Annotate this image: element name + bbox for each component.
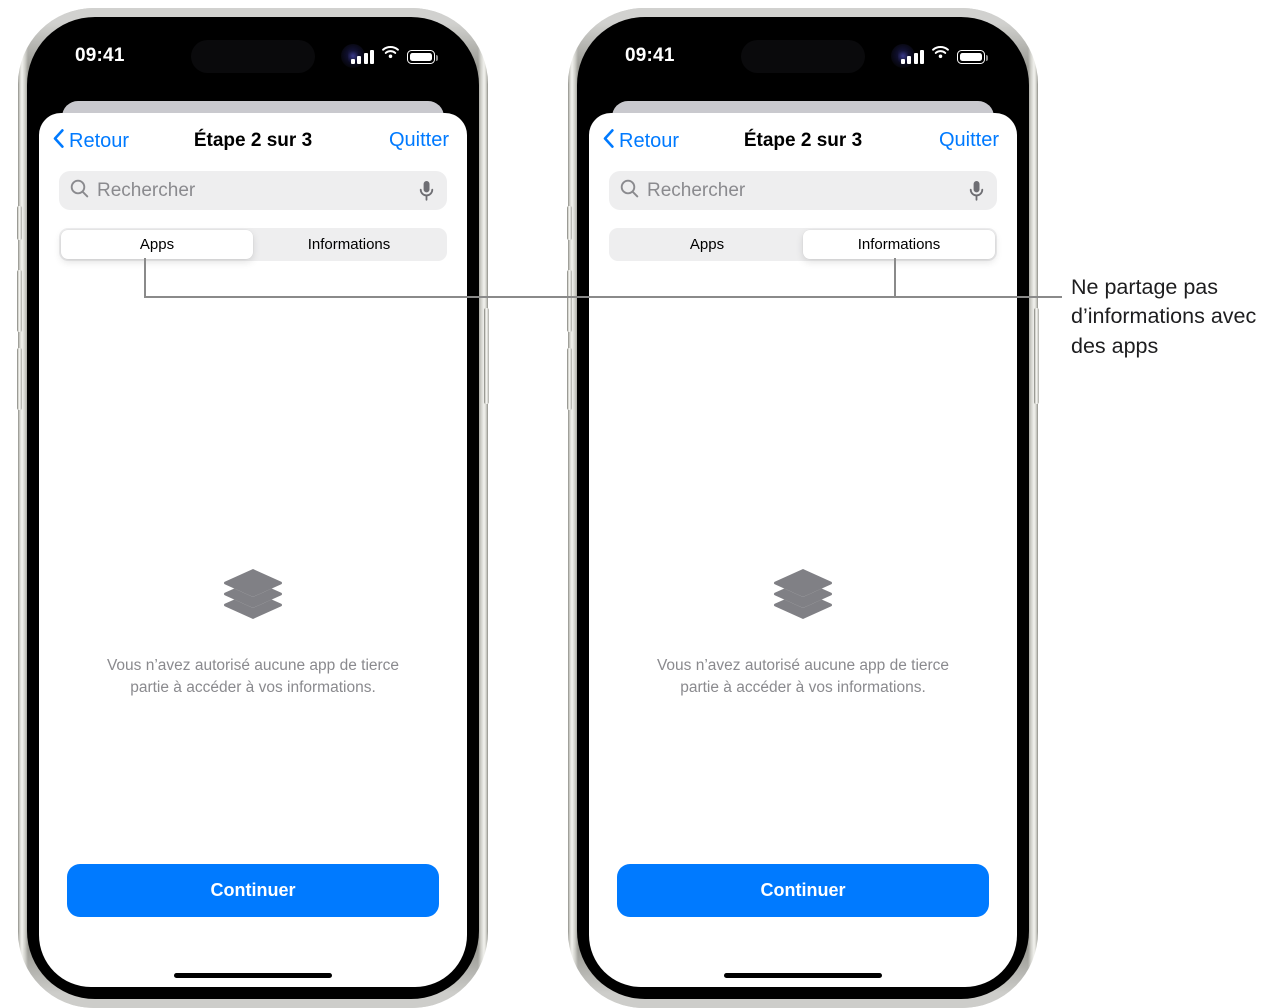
wifi-icon: [381, 45, 400, 64]
stack-layers-icon: [772, 569, 834, 628]
stack-layers-icon: [222, 569, 284, 628]
status-time: 09:41: [75, 45, 125, 66]
volume-up-button[interactable]: [17, 270, 22, 332]
status-indicators: [900, 45, 989, 64]
battery-icon: [407, 50, 439, 64]
empty-state-message: Vous n’avez autorisé aucune app de tierc…: [656, 657, 950, 696]
leader-line-horizontal: [144, 296, 1062, 298]
side-power-button[interactable]: [484, 308, 489, 404]
volume-down-button[interactable]: [567, 348, 572, 410]
continue-button[interactable]: Continuer: [617, 864, 989, 917]
phone-mockup-right: 09:41 Retour Étape 2 sur 3 Quitter Reche…: [567, 8, 1039, 1008]
navigation-bar: Retour Étape 2 sur 3 Quitter: [589, 113, 1017, 171]
search-icon: [59, 179, 89, 203]
segment-informations[interactable]: Informations: [803, 230, 995, 259]
empty-state: Vous n’avez autorisé aucune app de tierc…: [39, 568, 467, 699]
callout-label: Ne partage pas d’informations avec des a…: [1071, 275, 1257, 358]
empty-state-message: Vous n’avez autorisé aucune app de tierc…: [106, 657, 400, 696]
segment-apps[interactable]: Apps: [61, 230, 253, 259]
action-button[interactable]: [17, 206, 22, 240]
segmented-control[interactable]: Apps Informations: [609, 228, 997, 261]
microphone-icon[interactable]: [419, 180, 434, 201]
segmented-control[interactable]: Apps Informations: [59, 228, 447, 261]
quit-button[interactable]: Quitter: [939, 129, 999, 152]
battery-icon: [957, 50, 989, 64]
phone-screen-left: 09:41 Retour Étape 2 sur 3 Quitter Reche…: [39, 29, 467, 987]
segment-apps[interactable]: Apps: [611, 230, 803, 259]
side-power-button[interactable]: [1034, 308, 1039, 404]
volume-down-button[interactable]: [17, 348, 22, 410]
volume-up-button[interactable]: [567, 270, 572, 332]
home-indicator[interactable]: [724, 972, 882, 978]
microphone-icon[interactable]: [969, 180, 984, 201]
leader-line-right-vertical: [894, 258, 896, 298]
home-indicator[interactable]: [174, 972, 332, 978]
status-bar: 09:41: [589, 29, 1017, 87]
phone-mockup-left: 09:41 Retour Étape 2 sur 3 Quitter Reche…: [17, 8, 489, 1008]
cellular-signal-icon: [900, 50, 924, 64]
search-icon: [609, 179, 639, 203]
status-time: 09:41: [625, 45, 675, 66]
search-field[interactable]: Rechercher: [59, 171, 447, 210]
search-field[interactable]: Rechercher: [609, 171, 997, 210]
continue-button[interactable]: Continuer: [67, 864, 439, 917]
search-placeholder: Rechercher: [647, 179, 746, 201]
status-indicators: [350, 45, 439, 64]
dynamic-island: [191, 40, 315, 73]
modal-sheet: Retour Étape 2 sur 3 Quitter Rechercher: [589, 113, 1017, 987]
quit-button[interactable]: Quitter: [389, 129, 449, 152]
modal-sheet: Retour Étape 2 sur 3 Quitter Rechercher: [39, 113, 467, 987]
dynamic-island: [741, 40, 865, 73]
phone-screen-right: 09:41 Retour Étape 2 sur 3 Quitter Reche…: [589, 29, 1017, 987]
status-bar: 09:41: [39, 29, 467, 87]
segment-informations[interactable]: Informations: [253, 230, 445, 259]
navigation-bar: Retour Étape 2 sur 3 Quitter: [39, 113, 467, 171]
search-placeholder: Rechercher: [97, 179, 196, 201]
action-button[interactable]: [567, 206, 572, 240]
wifi-icon: [931, 45, 950, 64]
empty-state: Vous n’avez autorisé aucune app de tierc…: [589, 568, 1017, 699]
cellular-signal-icon: [350, 50, 374, 64]
leader-line-left-vertical: [144, 258, 146, 298]
